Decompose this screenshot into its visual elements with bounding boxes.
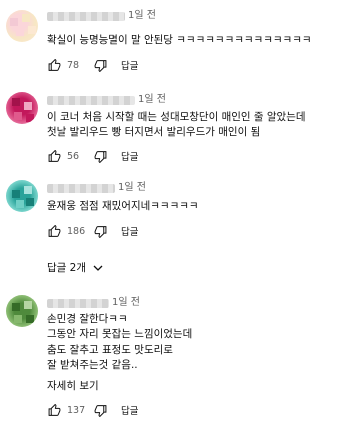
like-count: 78 bbox=[67, 59, 80, 71]
avatar[interactable] bbox=[6, 295, 38, 327]
comment-text: 확실이 능명능멸이 말 안된당 ㅋㅋㅋㅋㅋㅋㅋㅋㅋㅋㅋㅋㅋㅋ bbox=[47, 33, 312, 48]
author-handle[interactable] bbox=[47, 95, 135, 105]
thumbs-up-icon[interactable] bbox=[47, 58, 61, 72]
comment-line: 첫날 발리우드 빵 터지면서 발리우드가 매인이 됨 bbox=[47, 126, 261, 139]
comment-time: 1일 전 bbox=[118, 182, 146, 193]
thumbs-down-icon[interactable] bbox=[93, 403, 107, 417]
author-handle[interactable] bbox=[47, 298, 109, 308]
avatar[interactable] bbox=[6, 180, 38, 212]
like-count: 137 bbox=[67, 404, 86, 416]
thumbs-up-icon[interactable] bbox=[47, 149, 61, 163]
comment-text: 이 코너 처음 시작할 때는 성대모창단이 매인인 줄 알았는데 첫날 발리우드… bbox=[47, 110, 306, 141]
reply-button[interactable]: 답글 bbox=[121, 58, 138, 72]
like-count: 186 bbox=[67, 225, 86, 237]
comment-actions: 56 답글 bbox=[47, 147, 138, 165]
comment-time: 1일 전 bbox=[138, 94, 166, 105]
author-handle[interactable] bbox=[47, 183, 115, 193]
avatar[interactable] bbox=[6, 92, 38, 124]
reply-button[interactable]: 답글 bbox=[121, 403, 138, 417]
read-more-link[interactable]: 자세히 보기 bbox=[47, 378, 99, 393]
comment-line: 잘 받쳐주는것 같음.. bbox=[47, 359, 138, 372]
comment-actions: 78 답글 bbox=[47, 56, 138, 74]
reply-button[interactable]: 답글 bbox=[121, 224, 138, 238]
comment-line: 확실이 능명능멸이 말 안된당 ㅋㅋㅋㅋㅋㅋㅋㅋㅋㅋㅋㅋㅋㅋ bbox=[47, 34, 312, 46]
comment-line: 그동안 자리 못잡는 느낌이었는데 bbox=[47, 328, 193, 341]
avatar[interactable] bbox=[6, 10, 38, 42]
comment-meta: 1일 전 bbox=[47, 295, 140, 311]
thumbs-up-icon[interactable] bbox=[47, 224, 61, 238]
comment-text: 윤재웅 점점 재밌어지네ㅋㅋㅋㅋㅋ bbox=[47, 199, 199, 214]
author-handle[interactable] bbox=[47, 11, 125, 21]
comment-time: 1일 전 bbox=[128, 10, 156, 21]
comment-time: 1일 전 bbox=[112, 297, 140, 308]
comment-line: 춤도 잘추고 표정도 맛도리로 bbox=[47, 343, 173, 356]
comment-actions: 186 답글 bbox=[47, 222, 138, 240]
thumbs-down-icon[interactable] bbox=[93, 58, 107, 72]
comment-meta: 1일 전 bbox=[47, 180, 146, 196]
like-count: 56 bbox=[67, 150, 80, 162]
replies-count-label: 답글 2개 bbox=[47, 262, 86, 274]
thumbs-down-icon[interactable] bbox=[93, 149, 107, 163]
comment-line: 윤재웅 점점 재밌어지네ㅋㅋㅋㅋㅋ bbox=[47, 200, 199, 212]
comment-actions: 137 답글 bbox=[47, 401, 138, 419]
comment-meta: 1일 전 bbox=[47, 92, 166, 108]
comment-line: 이 코너 처음 시작할 때는 성대모창단이 매인인 줄 알았는데 bbox=[47, 111, 306, 123]
comment-meta: 1일 전 bbox=[47, 8, 156, 24]
reply-button[interactable]: 답글 bbox=[121, 149, 138, 163]
comment-text: 손민경 잘한다ㅋㅋ 그동안 자리 못잡는 느낌이었는데 춤도 잘추고 표정도 맛… bbox=[47, 312, 192, 374]
thumbs-up-icon[interactable] bbox=[47, 403, 61, 417]
chevron-down-icon bbox=[92, 262, 104, 274]
thumbs-down-icon[interactable] bbox=[93, 224, 107, 238]
show-replies-button[interactable]: 답글 2개 bbox=[47, 260, 104, 275]
comment-line: 손민경 잘한다ㅋㅋ bbox=[47, 313, 128, 325]
